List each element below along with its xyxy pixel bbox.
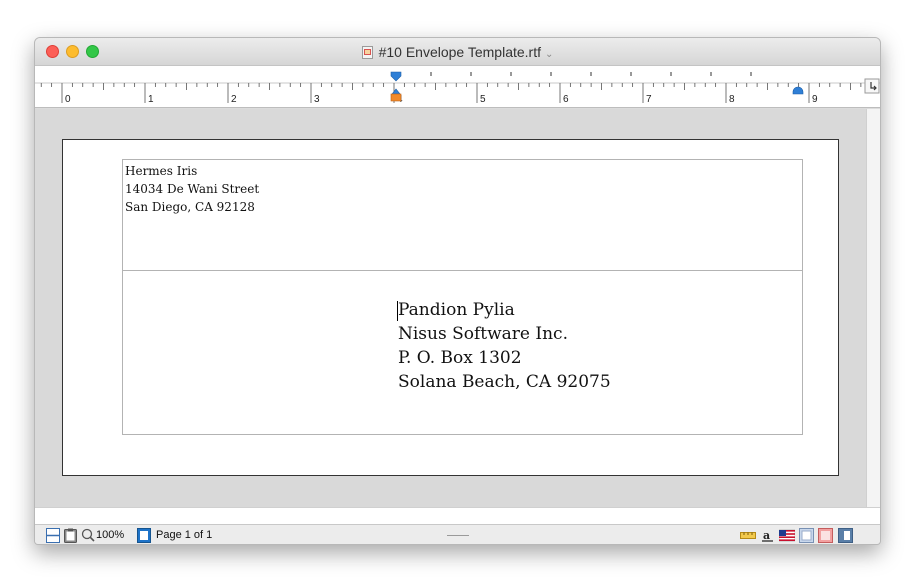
ruler-number: 0 — [65, 94, 71, 105]
ruler-number: 9 — [812, 94, 818, 105]
destination-address-line: Nisus Software Inc. — [398, 324, 568, 344]
destination-address-frame[interactable]: Pandion Pylia Nisus Software Inc. P. O. … — [122, 270, 803, 435]
left-indent-marker[interactable] — [391, 88, 401, 95]
page-view-icon[interactable] — [137, 528, 151, 543]
status-bar: 100% Page 1 of 1 a — [35, 524, 880, 544]
rtf-document-icon — [361, 46, 373, 59]
return-address-line: San Diego, CA 92128 — [125, 200, 255, 214]
magnifier-icon[interactable] — [81, 528, 95, 543]
ruler-number: 5 — [480, 94, 486, 105]
title-menu-chevron-icon[interactable]: ⌄ — [545, 49, 553, 60]
grid-icon[interactable] — [799, 528, 814, 543]
ruler[interactable]: 0123456789 — [35, 66, 880, 108]
split-view-icon[interactable] — [46, 528, 60, 543]
tab-type-icon[interactable] — [864, 78, 880, 94]
svg-text:a: a — [763, 529, 770, 542]
ruler-number: 7 — [646, 94, 652, 105]
return-address-frame[interactable]: Hermes Iris 14034 De Wani Street San Die… — [122, 159, 803, 271]
font-style-icon[interactable]: a — [761, 528, 775, 543]
page-indicator[interactable]: Page 1 of 1 — [156, 529, 212, 541]
sidebar-icon[interactable] — [838, 528, 853, 543]
ruler-icon[interactable] — [740, 528, 756, 543]
ruler-number: 3 — [314, 94, 320, 105]
destination-address-line: Pandion Pylia — [398, 300, 515, 320]
title-bar[interactable]: #10 Envelope Template.rtf ⌄ — [35, 38, 880, 66]
document-window: #10 Envelope Template.rtf⌄ 0123456789 He… — [34, 37, 881, 545]
envelope-page: Hermes Iris 14034 De Wani Street San Die… — [62, 139, 839, 476]
resize-handle[interactable] — [447, 535, 469, 536]
ruler-number: 2 — [231, 94, 237, 105]
destination-address-line: P. O. Box 1302 — [398, 348, 522, 368]
zoom-level[interactable]: 100% — [96, 529, 124, 541]
first-line-indent-marker[interactable] — [390, 71, 402, 82]
highlight-icon[interactable] — [818, 528, 833, 543]
window-title-text: #10 Envelope Template.rtf — [378, 44, 541, 60]
document-area[interactable]: Hermes Iris 14034 De Wani Street San Die… — [35, 109, 866, 507]
ruler-number: 8 — [729, 94, 735, 105]
ruler-number: 6 — [563, 94, 569, 105]
return-address-line: Hermes Iris — [125, 164, 198, 178]
return-address-line: 14034 De Wani Street — [125, 182, 260, 196]
horizontal-scroll-area[interactable] — [35, 507, 880, 524]
destination-address[interactable]: Pandion Pylia Nisus Software Inc. P. O. … — [398, 298, 611, 394]
destination-address-line: Solana Beach, CA 92075 — [398, 372, 611, 392]
return-address[interactable]: Hermes Iris 14034 De Wani Street San Die… — [125, 162, 259, 216]
clipboard-icon[interactable] — [64, 528, 77, 543]
vertical-scrollbar[interactable] — [866, 109, 880, 507]
left-margin-marker[interactable] — [390, 93, 402, 102]
ruler-scale[interactable]: 0123456789 — [35, 66, 881, 108]
ruler-number: 1 — [148, 94, 154, 105]
right-indent-marker[interactable] — [792, 86, 804, 95]
window-title[interactable]: #10 Envelope Template.rtf ⌄ — [35, 44, 880, 60]
us-flag-icon[interactable] — [779, 528, 795, 543]
